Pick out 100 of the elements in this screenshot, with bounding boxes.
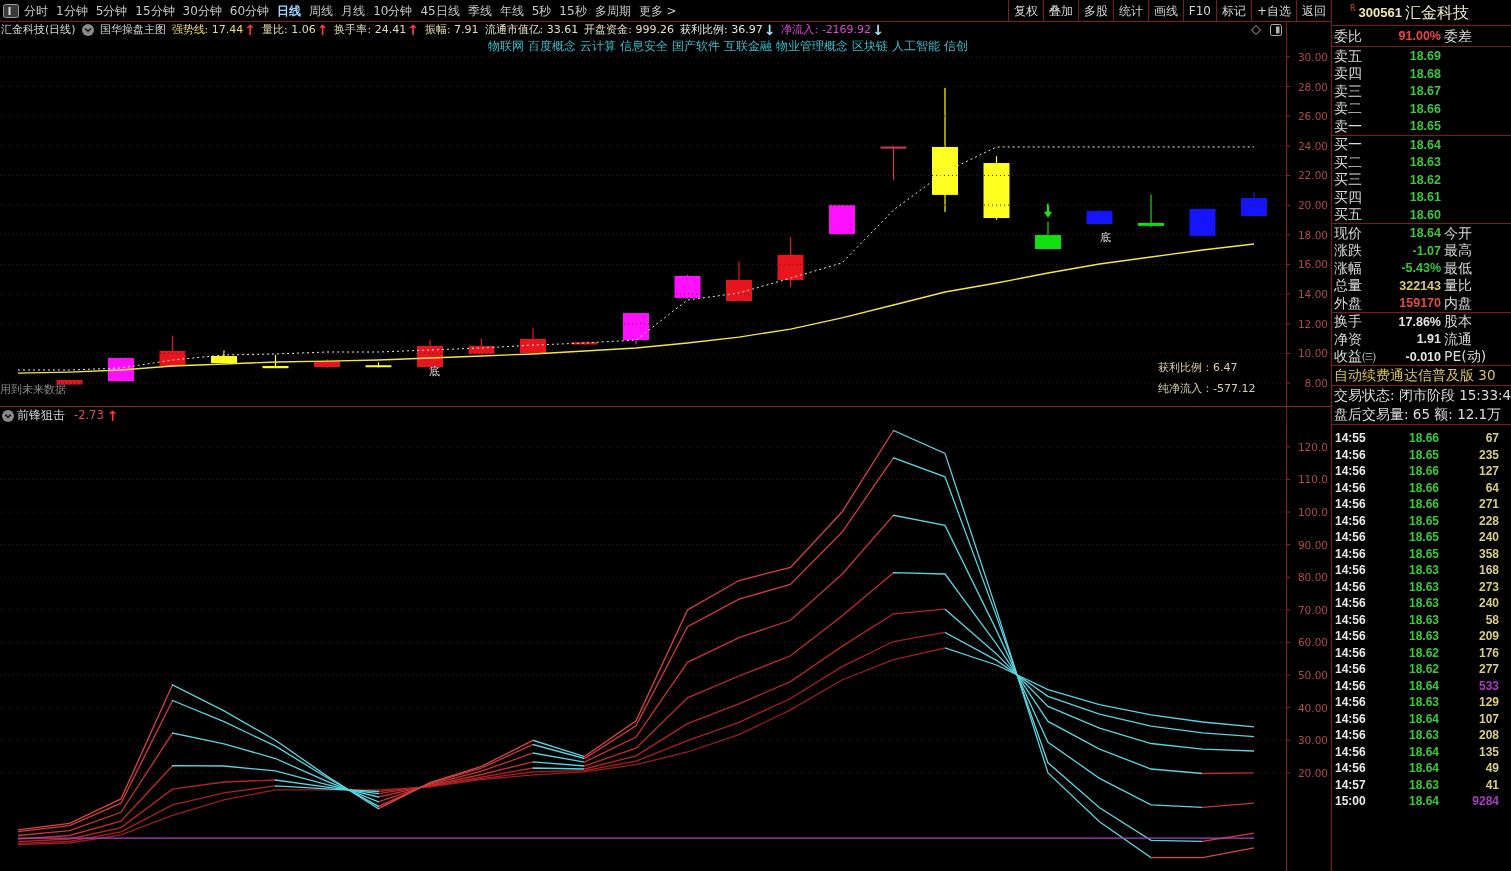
trade-price: 18.63 — [1407, 562, 1439, 579]
warning-text: 用到未来数据 — [0, 383, 66, 396]
field-value: 159170 — [1398, 295, 1441, 312]
trade-price: 18.64 — [1407, 710, 1439, 728]
trend-arrow: ↓ — [872, 22, 884, 38]
trade-volume: 129 — [1477, 694, 1499, 711]
trade-volume: 41 — [1484, 776, 1499, 794]
trade-volume: 9284 — [1471, 793, 1499, 810]
trade-price: 18.65 — [1407, 512, 1439, 530]
concept-tag: 物业管理概念 — [776, 38, 848, 56]
trade-volume: 49 — [1484, 760, 1499, 777]
axis-label: 18.00 — [1297, 228, 1328, 241]
field-value: -5.43% — [1400, 260, 1441, 277]
field-label: 委比 — [1334, 27, 1363, 45]
field-label: 今开 — [1444, 224, 1473, 242]
axis-label: 28.00 — [1297, 80, 1328, 93]
field-label: 股本 — [1444, 313, 1473, 331]
stock-name: 汇金科技 — [1404, 1, 1469, 24]
trade-volume: 168 — [1477, 562, 1499, 579]
trade-time: 14:56 — [1335, 595, 1367, 612]
trade-price: 18.62 — [1407, 644, 1439, 662]
trade-time: 14:56 — [1335, 545, 1367, 563]
trade-time: 14:56 — [1335, 529, 1367, 546]
axis-label: 14.00 — [1297, 288, 1328, 301]
field-label: 外盘 — [1334, 294, 1363, 312]
indicator-value: 开盘资金: 999.26 — [584, 21, 674, 38]
indicator-name: 前锋狙击 — [17, 407, 65, 425]
indicator-value: 净流入: -2169.92 — [781, 21, 872, 38]
concept-tag: 互联金融 — [724, 38, 772, 56]
axis-label: 100.0 — [1297, 506, 1328, 519]
trade-time: 14:56 — [1335, 727, 1367, 744]
trade-volume: 208 — [1477, 727, 1499, 744]
field-value: 17.86% — [1397, 313, 1441, 331]
concept-tag: 人工智能 — [892, 38, 940, 56]
field-value: -0.010 — [1404, 348, 1441, 366]
field-label: 最高 — [1444, 242, 1473, 260]
trade-volume: 67 — [1484, 430, 1499, 447]
field-label: 买一 — [1334, 136, 1363, 154]
trend-arrow: ↑ — [407, 22, 419, 38]
trade-volume: 271 — [1477, 496, 1499, 513]
trade-time: 14:56 — [1335, 710, 1367, 728]
trade-time: 14:56 — [1335, 512, 1367, 530]
field-value: 322143 — [1398, 277, 1441, 295]
price-value: 18.61 — [1408, 189, 1441, 206]
trade-volume: 240 — [1477, 595, 1499, 612]
trade-time: 14:57 — [1335, 776, 1367, 794]
field-label: 卖三 — [1334, 82, 1363, 100]
trade-price: 18.63 — [1407, 595, 1439, 612]
axis-label: 20.00 — [1297, 766, 1328, 779]
market-flag-letter: R — [1350, 3, 1356, 15]
price-value: 18.67 — [1408, 83, 1441, 100]
field-label: 卖四 — [1334, 65, 1363, 83]
axis-label: 80.00 — [1297, 571, 1328, 584]
trade-volume: 235 — [1477, 446, 1499, 464]
field-label: 现价 — [1334, 224, 1363, 242]
price-value: 18.65 — [1408, 118, 1441, 135]
field-label: 卖五 — [1334, 47, 1363, 65]
trade-price: 18.63 — [1407, 578, 1439, 596]
axis-label: 12.00 — [1297, 317, 1328, 330]
axis-label: 70.00 — [1297, 603, 1328, 616]
trade-time: 14:56 — [1335, 562, 1367, 579]
trade-price: 18.64 — [1407, 677, 1439, 695]
status-text: 盘后交易量: 65 额: 12.1万 — [1333, 405, 1503, 424]
axis-label: 8.00 — [1304, 377, 1328, 389]
trade-time: 14:56 — [1335, 611, 1367, 629]
chart-title: 汇金科技(日线) — [1, 21, 76, 38]
trade-volume: 135 — [1477, 743, 1499, 761]
field-label: 总量 — [1334, 277, 1363, 295]
trend-arrow: ↑ — [106, 408, 119, 424]
trade-time: 14:56 — [1335, 677, 1367, 695]
price-value: 18.62 — [1408, 171, 1441, 189]
axis-label: 110.0 — [1297, 473, 1328, 486]
price-value: 18.66 — [1408, 100, 1441, 118]
concept-tag: 信息安全 — [620, 38, 668, 56]
trade-price: 18.65 — [1407, 529, 1439, 546]
trade-time: 14:56 — [1335, 628, 1367, 645]
field-value: 1.91 — [1415, 331, 1441, 348]
trade-volume: 228 — [1477, 512, 1499, 530]
concept-tag: 云计算 — [580, 38, 616, 56]
price-value: 18.63 — [1408, 154, 1441, 171]
field-label: 涨幅 — [1334, 259, 1363, 277]
price-value: 18.64 — [1408, 136, 1441, 154]
field-label: 内盘 — [1444, 294, 1473, 312]
axis-label: 16.00 — [1297, 258, 1328, 271]
field-label: 换手 — [1334, 313, 1363, 331]
concept-tag: 物联网 — [488, 38, 524, 56]
stock-code: 300561 — [1358, 3, 1402, 22]
trade-time: 14:56 — [1335, 479, 1367, 497]
field-label: 净资 — [1334, 330, 1363, 348]
axis-label: 10.00 — [1297, 347, 1328, 360]
axis-label: 60.00 — [1297, 636, 1328, 649]
trade-price: 18.63 — [1407, 727, 1439, 744]
trade-price: 18.63 — [1407, 776, 1439, 794]
field-label: 买五 — [1334, 206, 1363, 224]
indicator-value: 换手率: 24.41 — [334, 21, 407, 38]
trade-time: 14:56 — [1335, 496, 1367, 513]
trade-time: 14:56 — [1335, 743, 1367, 761]
trade-price: 18.66 — [1407, 463, 1439, 480]
trade-time: 14:55 — [1335, 430, 1367, 447]
indicator-value: 获利比例: 36.97 — [680, 21, 763, 38]
